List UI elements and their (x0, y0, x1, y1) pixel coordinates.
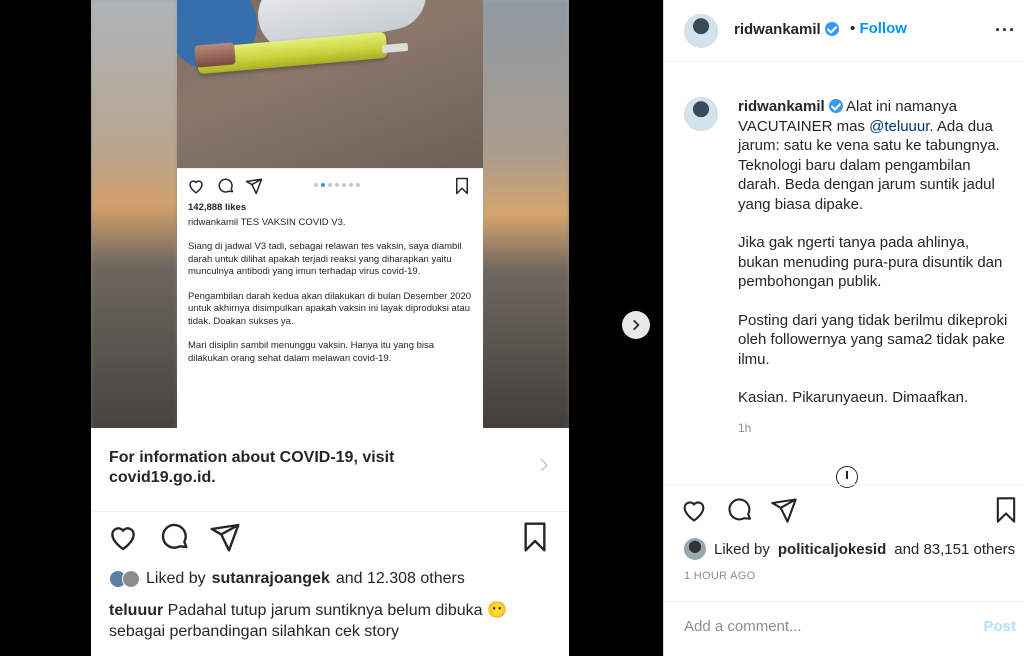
comment-para-1: ridwankamil Alat ini namanya VACUTAINER … (738, 97, 1014, 214)
liked-by-suffix[interactable]: and 12.308 others (336, 570, 465, 588)
carousel-dot-active (321, 183, 325, 187)
verified-badge-icon (824, 22, 839, 36)
carousel-dot (328, 183, 332, 187)
follow-separator: • (850, 20, 856, 37)
comment-para-3: Posting dari yang tidak berilmu dikeprok… (738, 311, 1008, 368)
owner-comment: ridwankamil Alat ini namanya VACUTAINER … (684, 97, 1014, 435)
embedded-screenshot: 142,888 likes ridwankamil TES VAKSIN COV… (177, 0, 483, 430)
background-blur-left (91, 0, 177, 430)
comment-time[interactable]: 1h (738, 421, 1014, 435)
inner-action-bar (177, 168, 483, 200)
liked-by: Liked by sutanrajoangek and 12.308 other… (109, 570, 465, 588)
panel-liked-by-prefix: Liked by (714, 540, 770, 558)
verified-badge-icon (828, 99, 843, 113)
caption-user[interactable]: teluuur (109, 602, 163, 619)
comment-para-4: Kasian. Pikarunyaeun. Dimaafkan. (738, 389, 969, 406)
avatar[interactable] (684, 538, 706, 560)
follow-label: Follow (859, 20, 907, 37)
share-icon (245, 178, 263, 195)
divider (664, 484, 1024, 485)
post-comment-button[interactable]: Post (983, 618, 1016, 635)
carousel-dot (335, 183, 339, 187)
heart-icon[interactable] (107, 521, 139, 553)
inner-caption: 142,888 likes ridwankamil TES VAKSIN COV… (177, 200, 483, 365)
comment-icon[interactable] (726, 496, 754, 524)
carousel-dots (314, 183, 360, 187)
chevron-right-icon[interactable] (535, 456, 553, 474)
carousel-dot (342, 183, 346, 187)
vacutainer-cap-shape (194, 42, 236, 68)
comment-mention-link[interactable]: @teluuur (869, 118, 929, 135)
liker-avatars (109, 570, 140, 588)
post-caption: teluuur Padahal tutup jarum suntiknya be… (109, 600, 559, 642)
comment-para-2: Jika gak ngerti tanya pada ahlinya, buka… (738, 234, 1003, 290)
panel-liked-by-user[interactable]: politicaljokesid (778, 541, 886, 558)
instagram-post-viewer: 142,888 likes ridwankamil TES VAKSIN COV… (0, 0, 1024, 656)
panel-liked-by: Liked by politicaljokesid and 83,151 oth… (684, 538, 1015, 560)
covid-info-line2: covid19.go.id. (109, 469, 216, 486)
bookmark-icon[interactable] (519, 521, 551, 553)
inner-caption-user: ridwankamil (188, 216, 239, 228)
vaccine-photo (177, 0, 483, 168)
liked-by-user[interactable]: sutanrajoangek (212, 570, 330, 588)
liked-by-prefix: Liked by (146, 570, 206, 587)
next-arrow-icon[interactable] (622, 311, 650, 339)
share-icon[interactable] (770, 496, 798, 524)
divider (91, 511, 569, 512)
header-username[interactable]: ridwankamil (734, 21, 839, 38)
inner-para-1: Siang di jadwal V3 tadi, sebagai relawan… (188, 241, 462, 277)
share-icon[interactable] (209, 521, 241, 553)
covid-info-link[interactable]: For information about COVID-19, visit co… (109, 448, 394, 488)
comment-text: ridwankamil Alat ini namanya VACUTAINER … (738, 97, 1014, 408)
caption-line2: sebagai perbandingan silahkan cek story (109, 623, 399, 640)
post-side-panel: ridwankamil • Follow ··· ridwankamil Ala… (663, 0, 1024, 656)
post-time-ago[interactable]: 1 HOUR AGO (684, 570, 755, 582)
covid-info-line1: For information about COVID-19, visit (109, 449, 395, 466)
comment-user[interactable]: ridwankamil (738, 98, 825, 115)
background-blur-right (481, 0, 569, 430)
inner-likes: 142,888 likes (188, 202, 247, 213)
avatar[interactable] (684, 97, 718, 131)
bookmark-icon (456, 177, 468, 195)
avatar[interactable] (684, 14, 718, 48)
header-username-text[interactable]: ridwankamil (734, 21, 821, 38)
comment-icon[interactable] (159, 521, 191, 553)
follow-button[interactable]: • Follow (850, 20, 907, 37)
carousel-dot (349, 183, 353, 187)
inner-para-2: Pengambilan darah kedua akan dilakukan d… (188, 290, 472, 327)
heart-icon (189, 180, 203, 194)
inner-caption-title: ridwankamil TES VAKSIN COVID V3. (188, 217, 473, 230)
inner-caption-title-text: TES VAKSIN COVID V3. (240, 216, 346, 228)
inner-para-3: Mari disiplin sambil menunggu vaksin. Ha… (188, 340, 435, 364)
more-options-icon[interactable]: ··· (995, 20, 1016, 41)
chevron-right-icon (633, 319, 640, 331)
bookmark-icon[interactable] (992, 496, 1020, 524)
post-info-area: For information about COVID-19, visit co… (91, 428, 569, 656)
add-comment-input[interactable]: Add a comment... (684, 618, 802, 635)
needle-shape (381, 42, 409, 54)
caption-line1: Padahal tutup jarum suntiknya belum dibu… (167, 602, 507, 619)
avatar[interactable] (122, 570, 140, 588)
comment-icon (218, 178, 234, 193)
carousel-dot (356, 183, 360, 187)
heart-icon[interactable] (680, 496, 708, 524)
panel-liked-by-suffix[interactable]: and 83,151 others (894, 541, 1015, 558)
divider (664, 601, 1024, 602)
post-header: ridwankamil • Follow ··· (664, 0, 1024, 62)
carousel-dot (314, 183, 318, 187)
